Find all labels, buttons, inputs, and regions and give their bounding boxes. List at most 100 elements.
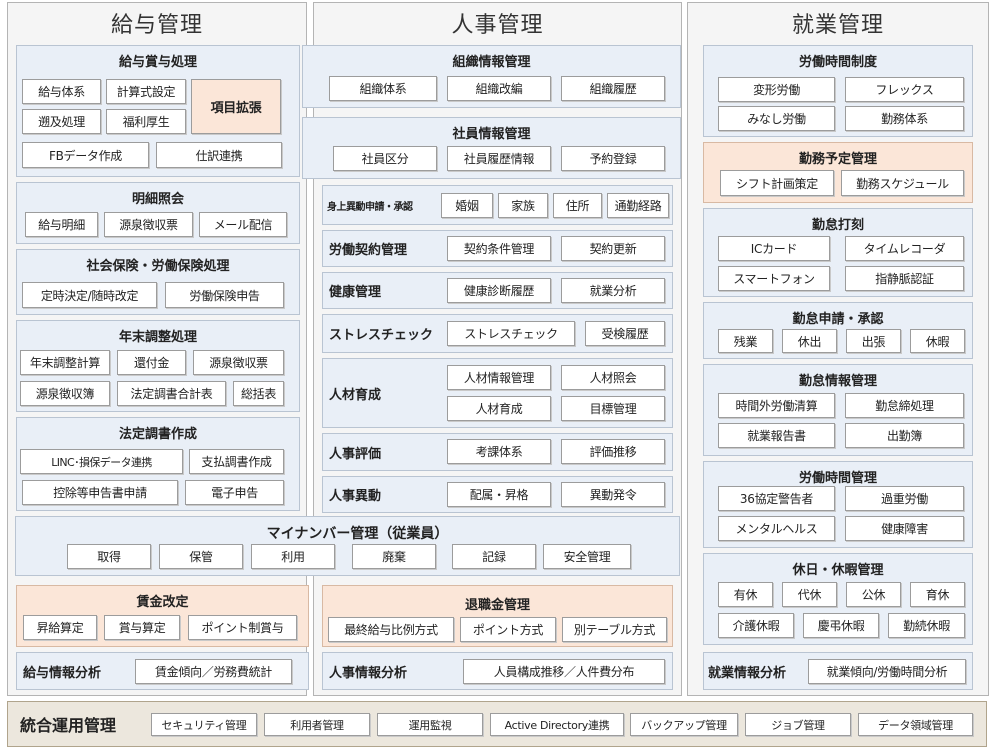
flextime-button[interactable]: フレックス	[845, 77, 964, 102]
refund-button[interactable]: 還付金	[117, 350, 186, 375]
work-schedule-button[interactable]: 勤務スケジュール	[841, 170, 964, 196]
regular-decision-button[interactable]: 定時決定/随時改定	[22, 282, 157, 308]
mental-health-button[interactable]: メンタルヘルス	[718, 516, 835, 541]
employee-history-button[interactable]: 社員履歴情報	[447, 146, 551, 171]
contract-terms-button[interactable]: 契約条件管理	[447, 236, 551, 261]
smartphone-button[interactable]: スマートフォン	[718, 266, 830, 291]
section-title: 給与情報分析	[23, 665, 102, 681]
org-restructure-button[interactable]: 組織改編	[447, 76, 551, 101]
contract-renewal-button[interactable]: 契約更新	[561, 236, 665, 261]
leave-request-button[interactable]: 休暇	[910, 329, 965, 353]
store-button[interactable]: 保管	[159, 544, 243, 569]
org-history-button[interactable]: 組織履歴	[561, 76, 665, 101]
withholding-book-button[interactable]: 源泉徴収簿	[20, 381, 110, 406]
dispose-button[interactable]: 廃棄	[352, 544, 436, 569]
talent-development-button[interactable]: 人材育成	[447, 396, 551, 421]
statutory-total-button[interactable]: 法定調書合計表	[117, 381, 226, 406]
payment-report-button[interactable]: 支払調書作成	[189, 449, 284, 474]
goal-management-button[interactable]: 目標管理	[561, 396, 665, 421]
pay-slip-button[interactable]: 給与明細	[25, 212, 98, 237]
talent-lookup-button[interactable]: 人材照会	[561, 365, 665, 390]
shift-planning-button[interactable]: シフト計画策定	[720, 170, 834, 196]
overtime-button[interactable]: 残業	[718, 329, 773, 353]
security-button[interactable]: セキュリティ管理	[151, 713, 257, 736]
condolence-leave-button[interactable]: 慶弔休暇	[803, 613, 879, 638]
withholding-slip-ye-button[interactable]: 源泉徴収票	[193, 350, 284, 375]
assignment-button[interactable]: 配属・昇格	[447, 482, 551, 507]
deemed-labor-button[interactable]: みなし労働	[718, 106, 835, 131]
employee-category-button[interactable]: 社員区分	[333, 146, 437, 171]
journal-link-button[interactable]: 仕訳連携	[156, 142, 282, 168]
separate-table-method-button[interactable]: 別テーブル方式	[562, 617, 667, 642]
variable-labor-button[interactable]: 変形労働	[718, 77, 835, 102]
service-leave-button[interactable]: 勤続休暇	[888, 613, 965, 638]
use-button[interactable]: 利用	[251, 544, 335, 569]
health-section: 健康管理 健康診断履歴 就業分析	[322, 272, 673, 309]
reservation-button[interactable]: 予約登録	[561, 146, 665, 171]
stress-check-button[interactable]: ストレスチェック	[447, 321, 575, 346]
active-directory-button[interactable]: Active Directory連携	[490, 713, 624, 736]
care-leave-button[interactable]: 介護休暇	[718, 613, 794, 638]
job-management-button[interactable]: ジョブ管理	[745, 713, 851, 736]
linc-link-button[interactable]: LINC･損保データ連携	[20, 449, 183, 474]
labor-insurance-button[interactable]: 労働保険申告	[165, 282, 284, 308]
acquire-button[interactable]: 取得	[67, 544, 151, 569]
health-disorder-button[interactable]: 健康障害	[845, 516, 964, 541]
business-trip-button[interactable]: 出張	[846, 329, 901, 353]
public-holiday-button[interactable]: 公休	[846, 582, 901, 607]
agreement-warning-button[interactable]: 36協定警告者	[718, 486, 835, 511]
section-label: 人事異動	[329, 489, 382, 504]
time-recorder-button[interactable]: タイムレコーダ	[845, 236, 964, 261]
data-area-button[interactable]: データ領域管理	[858, 713, 973, 736]
commute-button[interactable]: 通勤経路	[607, 193, 669, 218]
point-method-button[interactable]: ポイント方式	[460, 617, 556, 642]
work-analysis-button[interactable]: 就業分析	[561, 278, 665, 303]
family-button[interactable]: 家族	[498, 193, 548, 218]
retroactive-button[interactable]: 遡及処理	[22, 109, 101, 134]
overtime-settlement-button[interactable]: 時間外労働清算	[718, 393, 835, 418]
deduction-application-button[interactable]: 控除等申告書申請	[22, 480, 178, 505]
work-trend-button[interactable]: 就業傾向/労働時間分析	[808, 659, 966, 684]
safety-management-button[interactable]: 安全管理	[543, 544, 631, 569]
final-salary-method-button[interactable]: 最終給与比例方式	[328, 617, 454, 642]
raise-calc-button[interactable]: 昇給算定	[23, 615, 97, 640]
address-button[interactable]: 住所	[553, 193, 602, 218]
item-extension-button[interactable]: 項目拡張	[191, 79, 281, 134]
formula-setting-button[interactable]: 計算式設定	[106, 79, 186, 104]
overwork-button[interactable]: 過重労働	[845, 486, 964, 511]
wage-trend-button[interactable]: 賃金傾向／労務費統計	[135, 659, 292, 684]
year-end-calc-button[interactable]: 年末調整計算	[20, 350, 110, 375]
attendance-close-button[interactable]: 勤怠締処理	[845, 393, 964, 418]
holiday-work-button[interactable]: 休出	[782, 329, 837, 353]
ic-card-button[interactable]: ICカード	[718, 236, 830, 261]
headcount-trend-button[interactable]: 人員構成推移／人件費分布	[463, 659, 665, 684]
marriage-button[interactable]: 婚姻	[441, 193, 493, 218]
health-checkup-button[interactable]: 健康診断履歴	[447, 278, 551, 303]
attendance-book-button[interactable]: 出勤簿	[845, 423, 964, 448]
evaluation-trend-button[interactable]: 評価推移	[561, 439, 665, 464]
compensatory-leave-button[interactable]: 代休	[782, 582, 837, 607]
vein-auth-button[interactable]: 指静脈認証	[845, 266, 964, 291]
e-filing-button[interactable]: 電子申告	[185, 480, 284, 505]
record-button[interactable]: 記録	[452, 544, 536, 569]
point-bonus-button[interactable]: ポイント制賞与	[188, 615, 297, 640]
welfare-button[interactable]: 福利厚生	[106, 109, 186, 134]
work-system-button[interactable]: 勤務体系	[845, 106, 964, 131]
bonus-calc-button[interactable]: 賞与算定	[104, 615, 180, 640]
salary-system-button[interactable]: 給与体系	[22, 79, 101, 104]
user-management-button[interactable]: 利用者管理	[264, 713, 370, 736]
backup-button[interactable]: バックアップ管理	[630, 713, 738, 736]
summary-table-button[interactable]: 総括表	[233, 381, 284, 406]
transfer-order-button[interactable]: 異動発令	[561, 482, 665, 507]
talent-info-button[interactable]: 人材情報管理	[447, 365, 551, 390]
paid-leave-button[interactable]: 有休	[718, 582, 773, 607]
mail-delivery-button[interactable]: メール配信	[199, 212, 287, 237]
appraisal-system-button[interactable]: 考課体系	[447, 439, 551, 464]
operation-monitor-button[interactable]: 運用監視	[377, 713, 483, 736]
work-report-button[interactable]: 就業報告書	[718, 423, 835, 448]
fb-data-button[interactable]: FBデータ作成	[22, 142, 149, 168]
withholding-slip-button[interactable]: 源泉徴収票	[104, 212, 193, 237]
org-structure-button[interactable]: 組織体系	[329, 76, 437, 101]
exam-history-button[interactable]: 受検履歴	[585, 321, 665, 346]
childcare-leave-button[interactable]: 育休	[910, 582, 965, 607]
